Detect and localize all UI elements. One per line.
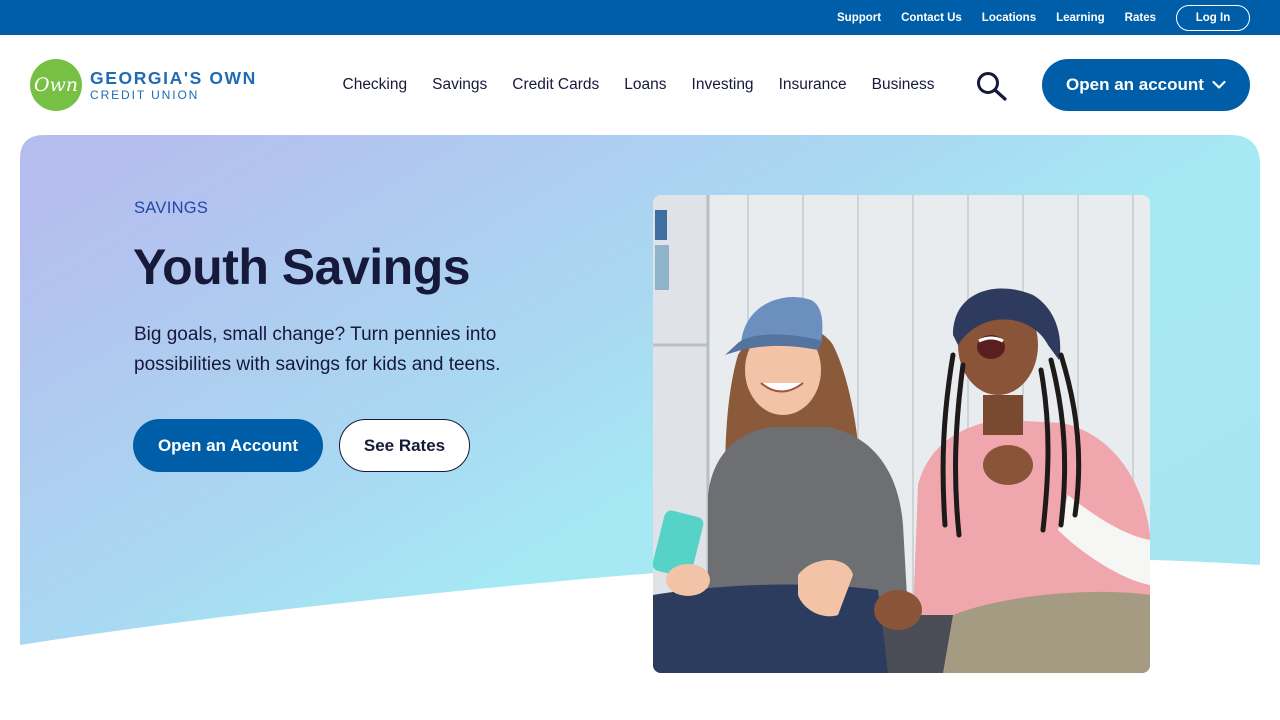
nav-item-investing[interactable]: Investing [692,76,754,94]
nav-item-credit-cards[interactable]: Credit Cards [512,76,599,94]
utility-link-support[interactable]: Support [837,12,881,24]
logo-name: GEORGIA'S OWN [90,68,257,88]
utility-link-locations[interactable]: Locations [982,12,1036,24]
nav-item-business[interactable]: Business [872,76,935,94]
hero-photo [653,195,1150,673]
open-account-menu-label: Open an account [1066,75,1204,94]
utility-link-rates[interactable]: Rates [1125,12,1156,24]
utility-link-contact-us[interactable]: Contact Us [901,12,962,24]
logo-mark: Own [30,59,82,111]
nav-item-loans[interactable]: Loans [624,76,666,94]
logo[interactable]: Own GEORGIA'S OWN CREDIT UNION [30,59,257,111]
login-button[interactable]: Log In [1176,4,1250,31]
teens-laughing-illustration [653,195,1150,673]
search-button[interactable] [974,70,1010,102]
utility-bar: Support Contact Us Locations Learning Ra… [0,0,1280,35]
nav-item-insurance[interactable]: Insurance [779,76,847,94]
utility-link-learning[interactable]: Learning [1056,12,1105,24]
see-rates-button[interactable]: See Rates [339,419,470,472]
logo-mark-text: Own [33,74,79,96]
hero-description: Big goals, small change? Turn pennies in… [134,324,501,375]
utility-links: Support Contact Us Locations Learning Ra… [817,0,1250,35]
search-icon [977,72,1007,101]
nav-item-savings[interactable]: Savings [432,76,487,94]
primary-nav: Checking Savings Credit Cards Loans Inve… [330,35,947,135]
hero-eyebrow: SAVINGS [134,199,209,217]
main-header: Own GEORGIA'S OWN CREDIT UNION Checking … [0,35,1280,135]
open-account-menu-button[interactable]: Open an account [1042,59,1250,111]
page-title: Youth Savings [133,239,471,295]
open-account-button[interactable]: Open an Account [133,419,323,472]
logo-subtitle: CREDIT UNION [90,88,200,102]
nav-item-checking[interactable]: Checking [343,76,408,94]
logo-text: GEORGIA'S OWN CREDIT UNION [90,68,257,102]
chevron-down-icon [1212,80,1226,89]
